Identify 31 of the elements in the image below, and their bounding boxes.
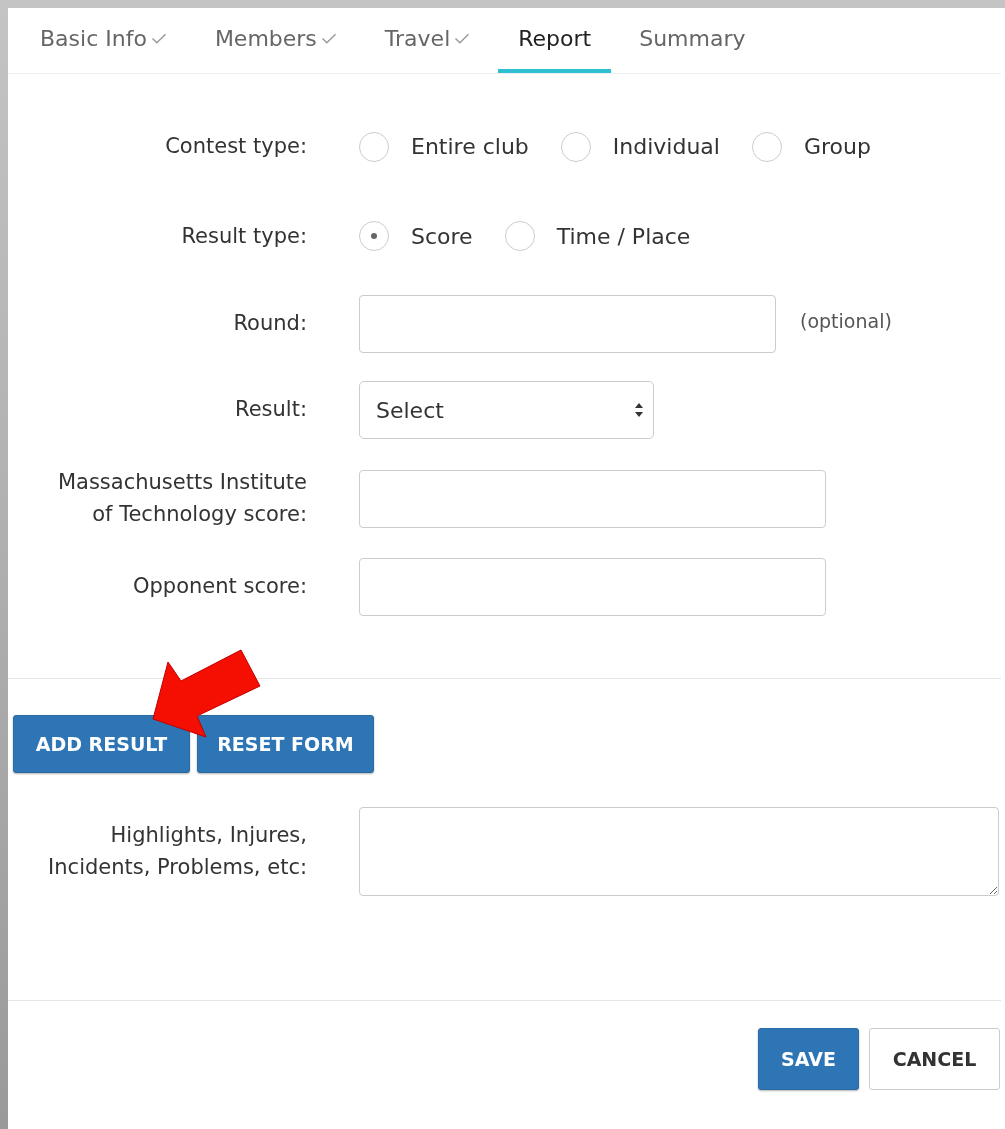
option-label: Entire club [411,134,529,160]
sort-arrows-icon [635,402,643,418]
hint-text: (optional) [800,310,892,332]
action-button[interactable]: RESET FORM [197,715,374,773]
option-label: Group [803,134,871,160]
option-label: Individual [612,134,720,160]
select-dropdown[interactable]: Select [359,381,654,439]
input-field[interactable] [359,295,776,353]
field-label: Contest type: [164,133,307,160]
field-label: Round: [232,310,307,338]
option-label: Score [411,223,473,249]
check-icon [454,32,471,45]
field-label: Massachusetts Institute of Technology score: [56,469,307,528]
cancel-button[interactable]: CANCEL [869,1028,1000,1090]
tab[interactable]: Report [498,8,612,73]
input-field[interactable] [359,558,826,616]
input-field[interactable] [359,469,826,528]
check-icon [320,32,337,45]
save-button[interactable]: SAVE [758,1028,859,1090]
tab[interactable]: Basic Info [20,8,187,73]
field-label: Opponent score: [132,573,307,601]
field-label: Result type: [180,222,307,250]
tab[interactable]: Travel [364,8,491,73]
option-label: Time / Place [556,223,691,249]
text-area[interactable] [359,807,999,896]
action-button[interactable]: ADD RESULT [13,715,190,773]
field-label: Highlights, Injures, Incidents, Problems, etc: [47,822,307,881]
field-label: Result: [234,396,307,424]
tab[interactable]: Summary [619,8,766,73]
tab[interactable]: Members [194,8,357,73]
check-icon [150,32,167,45]
